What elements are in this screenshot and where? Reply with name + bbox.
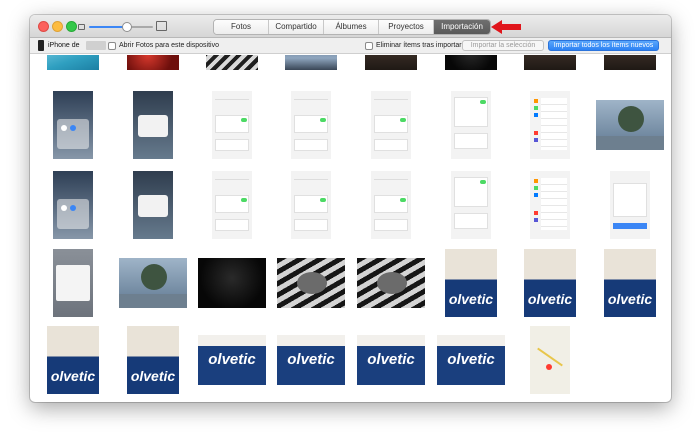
photo-thumbnail[interactable]	[371, 91, 411, 159]
close-window-button[interactable]	[38, 21, 49, 32]
zoom-out-icon[interactable]	[78, 24, 85, 30]
fullscreen-window-button[interactable]	[66, 21, 77, 32]
photo-thumbnail[interactable]	[604, 55, 656, 70]
photo-thumbnail[interactable]: olvetic	[445, 249, 497, 317]
tab-albumes[interactable]: Álbumes	[324, 20, 379, 34]
photo-grid: olvetic olvetic olvetic olvetic olvetic olvet…	[30, 55, 671, 402]
tab-proyectos[interactable]: Proyectos	[379, 20, 434, 34]
photo-thumbnail[interactable]	[133, 171, 173, 239]
open-photos-label: Abrir Fotos para este dispositivo	[119, 42, 219, 49]
zoom-slider-fill[interactable]	[89, 26, 125, 28]
photo-thumbnail[interactable]	[451, 91, 491, 159]
zoom-slider-thumb[interactable]	[122, 22, 132, 32]
tab-fotos[interactable]: Fotos	[214, 20, 269, 34]
photo-thumbnail[interactable]	[530, 171, 570, 239]
photo-thumbnail[interactable]	[291, 91, 331, 159]
import-all-button[interactable]: Importar todos los ítems nuevos	[548, 40, 659, 51]
import-toolbar: iPhone de Abrir Fotos para este disposit…	[30, 38, 671, 54]
photo-thumbnail[interactable]	[596, 100, 664, 150]
photo-thumbnail[interactable]	[610, 171, 650, 239]
import-selection-button[interactable]: Importar la selección	[462, 40, 544, 51]
zoom-in-icon[interactable]	[156, 21, 167, 31]
delete-after-import-checkbox[interactable]	[365, 42, 373, 50]
device-name-redacted	[86, 41, 106, 50]
photo-thumbnail[interactable]	[53, 91, 93, 159]
open-photos-checkbox[interactable]	[108, 42, 116, 50]
photo-thumbnail[interactable]	[530, 91, 570, 159]
photo-thumbnail[interactable]	[530, 326, 570, 394]
photo-thumbnail[interactable]: olvetic	[437, 335, 505, 385]
device-name: iPhone de	[48, 42, 80, 49]
photo-thumbnail[interactable]	[365, 55, 417, 70]
annotation-arrow-icon	[491, 20, 521, 34]
delete-after-import-label: Eliminar ítems tras importar	[376, 42, 462, 49]
photo-thumbnail[interactable]: olvetic	[277, 335, 345, 385]
photo-thumbnail[interactable]	[371, 171, 411, 239]
photo-thumbnail[interactable]	[119, 258, 187, 308]
photo-thumbnail[interactable]	[524, 55, 576, 70]
photo-thumbnail[interactable]	[277, 258, 345, 308]
photo-thumbnail[interactable]	[198, 258, 266, 308]
minimize-window-button[interactable]	[52, 21, 63, 32]
photo-thumbnail[interactable]: olvetic	[198, 335, 266, 385]
photo-thumbnail[interactable]	[206, 55, 258, 70]
tab-importacion[interactable]: Importación	[434, 20, 490, 34]
photo-thumbnail[interactable]: olvetic	[604, 249, 656, 317]
photo-thumbnail[interactable]: olvetic	[524, 249, 576, 317]
photo-thumbnail[interactable]	[127, 55, 179, 70]
photo-thumbnail[interactable]	[291, 171, 331, 239]
photo-thumbnail[interactable]: olvetic	[357, 335, 425, 385]
iphone-icon	[38, 40, 44, 51]
tab-compartido[interactable]: Compartido	[269, 20, 324, 34]
title-bar: Fotos Compartido Álbumes Proyectos Impor…	[30, 15, 671, 38]
photo-thumbnail[interactable]	[53, 171, 93, 239]
photo-thumbnail[interactable]	[285, 55, 337, 70]
photo-thumbnail[interactable]	[47, 55, 99, 70]
view-tabs: Fotos Compartido Álbumes Proyectos Impor…	[213, 19, 491, 35]
photo-thumbnail[interactable]: olvetic	[47, 326, 99, 394]
photo-thumbnail[interactable]	[212, 171, 252, 239]
photo-thumbnail[interactable]: olvetic	[127, 326, 179, 394]
photo-thumbnail[interactable]	[53, 249, 93, 317]
photo-thumbnail[interactable]	[212, 91, 252, 159]
photo-thumbnail[interactable]	[357, 258, 425, 308]
photos-window: Fotos Compartido Álbumes Proyectos Impor…	[30, 15, 671, 402]
photo-thumbnail[interactable]	[451, 171, 491, 239]
photo-thumbnail[interactable]	[445, 55, 497, 70]
photo-thumbnail[interactable]	[133, 91, 173, 159]
